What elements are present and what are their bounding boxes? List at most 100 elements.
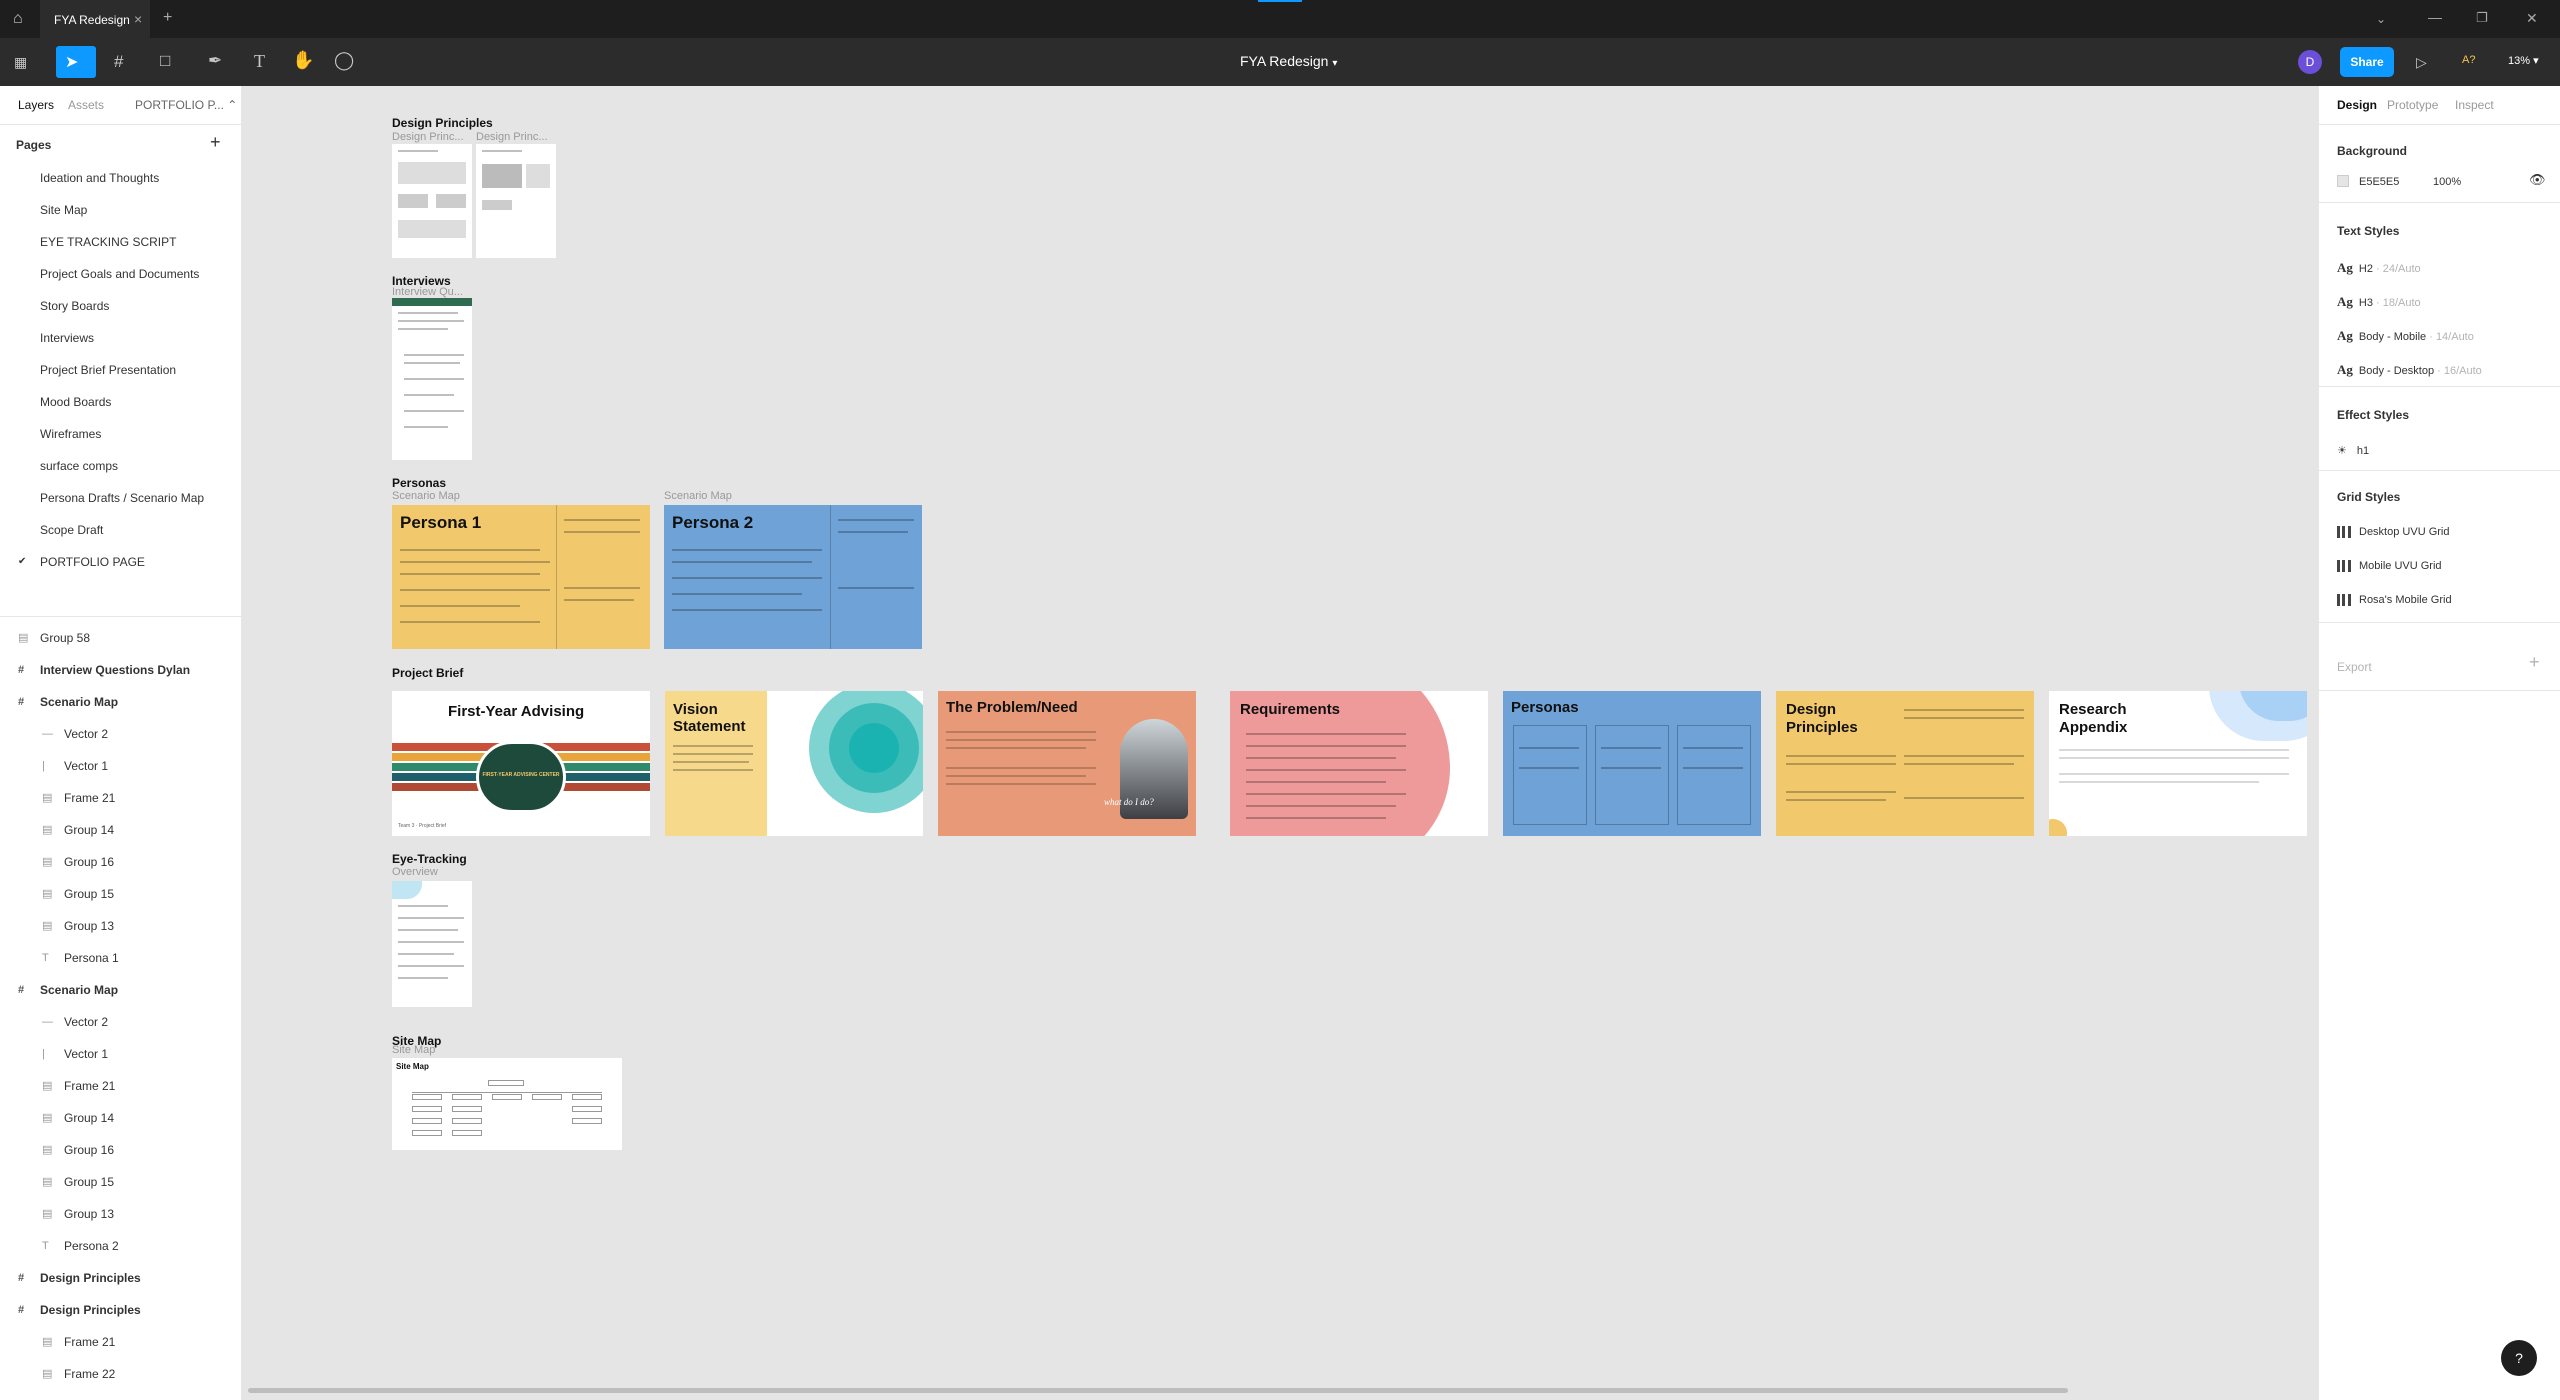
background-hex[interactable]: E5E5E5 [2359, 176, 2399, 188]
background-opacity[interactable]: 100% [2433, 176, 2461, 188]
site-map-frame[interactable]: Site Map [392, 1058, 622, 1150]
layer-item[interactable]: — Vector 2 [0, 1006, 241, 1038]
background-swatch[interactable] [2337, 175, 2349, 187]
page-item[interactable]: EYE TRACKING SCRIPT [0, 226, 241, 258]
page-item[interactable]: Project Brief Presentation [0, 354, 241, 386]
interview-questions-frame[interactable] [392, 298, 472, 460]
section-label-project-brief[interactable]: Project Brief [392, 666, 463, 680]
page-item[interactable]: Persona Drafts / Scenario Map [0, 482, 241, 514]
layer-item[interactable]: | Vector 1 [0, 1038, 241, 1070]
layer-item[interactable]: ▤ Group 16 [0, 846, 241, 878]
design-principles-frame-1[interactable] [392, 144, 472, 258]
persona-2-frame[interactable]: Persona 2 [664, 505, 922, 649]
page-item[interactable]: Wireframes [0, 418, 241, 450]
grid-style-item[interactable]: Rosa's Mobile Grid [2337, 594, 2452, 607]
zoom-level[interactable]: 13% ▾ [2508, 54, 2539, 67]
layer-item[interactable]: | Vector 1 [0, 750, 241, 782]
effect-style-item[interactable]: ☀ h1 [2337, 444, 2369, 457]
page-item[interactable]: Site Map [0, 194, 241, 226]
slide-personas[interactable]: Personas [1503, 691, 1761, 836]
page-item[interactable]: ✔ PORTFOLIO PAGE [0, 546, 241, 578]
add-page-icon[interactable]: + [210, 132, 221, 153]
file-tab[interactable]: FYA Redesign × [40, 0, 150, 38]
frame-label[interactable]: Design Princ... [476, 131, 548, 143]
frame-label[interactable]: Overview [392, 866, 438, 878]
page-item[interactable]: Story Boards [0, 290, 241, 322]
layer-item[interactable]: T Persona 2 [0, 1230, 241, 1262]
frame-tool-icon[interactable]: # [114, 53, 123, 71]
frame-label[interactable]: Scenario Map [392, 490, 460, 502]
avatar[interactable]: D [2298, 50, 2322, 74]
frame-label[interactable]: Design Princ... [392, 131, 464, 143]
layer-item[interactable]: ▤ Group 15 [0, 1166, 241, 1198]
page-item[interactable]: Project Goals and Documents [0, 258, 241, 290]
pen-tool-icon[interactable]: ✒ [208, 52, 222, 70]
file-name[interactable]: FYA Redesign ▾ [1240, 53, 1337, 69]
slide-first-year-advising[interactable]: First-Year Advising FIRST-YEAR ADVISING … [392, 691, 650, 836]
tab-assets[interactable]: Assets [68, 86, 104, 124]
layer-item[interactable]: ▤ Frame 21 [0, 1326, 241, 1358]
layer-item[interactable]: # Scenario Map [0, 974, 241, 1006]
move-tool-button[interactable]: ➤ [56, 46, 96, 78]
text-tool-icon[interactable]: T [254, 52, 265, 70]
comment-tool-icon[interactable]: ◯ [334, 51, 354, 69]
layer-item[interactable]: ▤ Group 13 [0, 910, 241, 942]
restore-icon[interactable]: ❐ [2476, 9, 2488, 27]
text-style-item[interactable]: Ag H3 · 18/Auto [2337, 294, 2421, 310]
layer-item[interactable]: T Persona 1 [0, 942, 241, 974]
rectangle-tool-icon[interactable]: □ [160, 52, 170, 70]
eye-tracking-frame[interactable] [392, 881, 472, 1007]
tab-layers[interactable]: Layers [18, 86, 54, 124]
share-button[interactable]: Share [2340, 47, 2394, 77]
layer-item[interactable]: ▤ Frame 21 [0, 782, 241, 814]
layer-item[interactable]: ▤ Frame 22 [0, 1358, 241, 1390]
frame-label[interactable]: Site Map [392, 1044, 435, 1056]
grid-style-item[interactable]: Desktop UVU Grid [2337, 526, 2449, 539]
text-style-item[interactable]: Ag Body - Mobile · 14/Auto [2337, 328, 2474, 344]
layer-item[interactable]: ▤ Frame 21 [0, 1070, 241, 1102]
canvas[interactable]: Design Principles Design Princ... Design… [242, 86, 2318, 1400]
page-item[interactable]: Mood Boards [0, 386, 241, 418]
main-menu-icon[interactable]: ▦ [14, 53, 27, 71]
frame-label[interactable]: Interview Qu... [392, 286, 463, 298]
layer-item[interactable]: — Vector 2 [0, 718, 241, 750]
section-label-design-principles[interactable]: Design Principles [392, 116, 493, 130]
slide-research-appendix[interactable]: Research Appendix [2049, 691, 2307, 836]
slide-requirements[interactable]: Requirements [1230, 691, 1488, 836]
layer-item[interactable]: # Design Principles [0, 1262, 241, 1294]
tab-page-selector[interactable]: PORTFOLIO P... ⌃ [135, 86, 237, 124]
page-item[interactable]: surface comps [0, 450, 241, 482]
tab-design[interactable]: Design [2337, 86, 2377, 124]
eye-icon[interactable]: 👁 [2529, 172, 2546, 188]
layer-item[interactable]: ▤ Group 14 [0, 814, 241, 846]
section-label-eye-tracking[interactable]: Eye-Tracking [392, 852, 467, 866]
persona-1-frame[interactable]: Persona 1 [392, 505, 650, 649]
close-tab-icon[interactable]: × [134, 11, 142, 27]
slide-vision-statement[interactable]: Vision Statement [665, 691, 923, 836]
tab-prototype[interactable]: Prototype [2387, 86, 2438, 124]
help-button[interactable]: ? [2501, 1340, 2537, 1376]
layer-item[interactable]: # Design Principles [0, 1294, 241, 1326]
present-icon[interactable]: ▷ [2416, 53, 2427, 71]
text-style-item[interactable]: Ag Body - Desktop · 16/Auto [2337, 362, 2482, 378]
page-item[interactable]: Scope Draft [0, 514, 241, 546]
layer-item[interactable]: ▤ Group 14 [0, 1102, 241, 1134]
tab-inspect[interactable]: Inspect [2455, 86, 2494, 124]
layer-item[interactable]: ▤ Group 15 [0, 878, 241, 910]
design-principles-frame-2[interactable] [476, 144, 556, 258]
page-item[interactable]: Interviews [0, 322, 241, 354]
page-item[interactable]: Ideation and Thoughts [0, 162, 241, 194]
section-label-personas[interactable]: Personas [392, 476, 446, 490]
accessibility-badge[interactable]: A? [2462, 54, 2475, 66]
layer-item[interactable]: ▤ Group 16 [0, 1134, 241, 1166]
new-tab-icon[interactable]: + [163, 9, 172, 27]
hand-tool-icon[interactable]: ✋ [292, 51, 314, 69]
text-style-item[interactable]: Ag H2 · 24/Auto [2337, 260, 2421, 276]
minimize-icon[interactable]: — [2428, 8, 2442, 26]
frame-label[interactable]: Scenario Map [664, 490, 732, 502]
layer-item[interactable]: ▤ Group 58 [0, 622, 241, 654]
home-icon[interactable]: ⌂ [13, 10, 23, 28]
slide-design-principles[interactable]: Design Principles [1776, 691, 2034, 836]
close-window-icon[interactable]: ✕ [2526, 9, 2538, 27]
layer-item[interactable]: # Scenario Map [0, 686, 241, 718]
